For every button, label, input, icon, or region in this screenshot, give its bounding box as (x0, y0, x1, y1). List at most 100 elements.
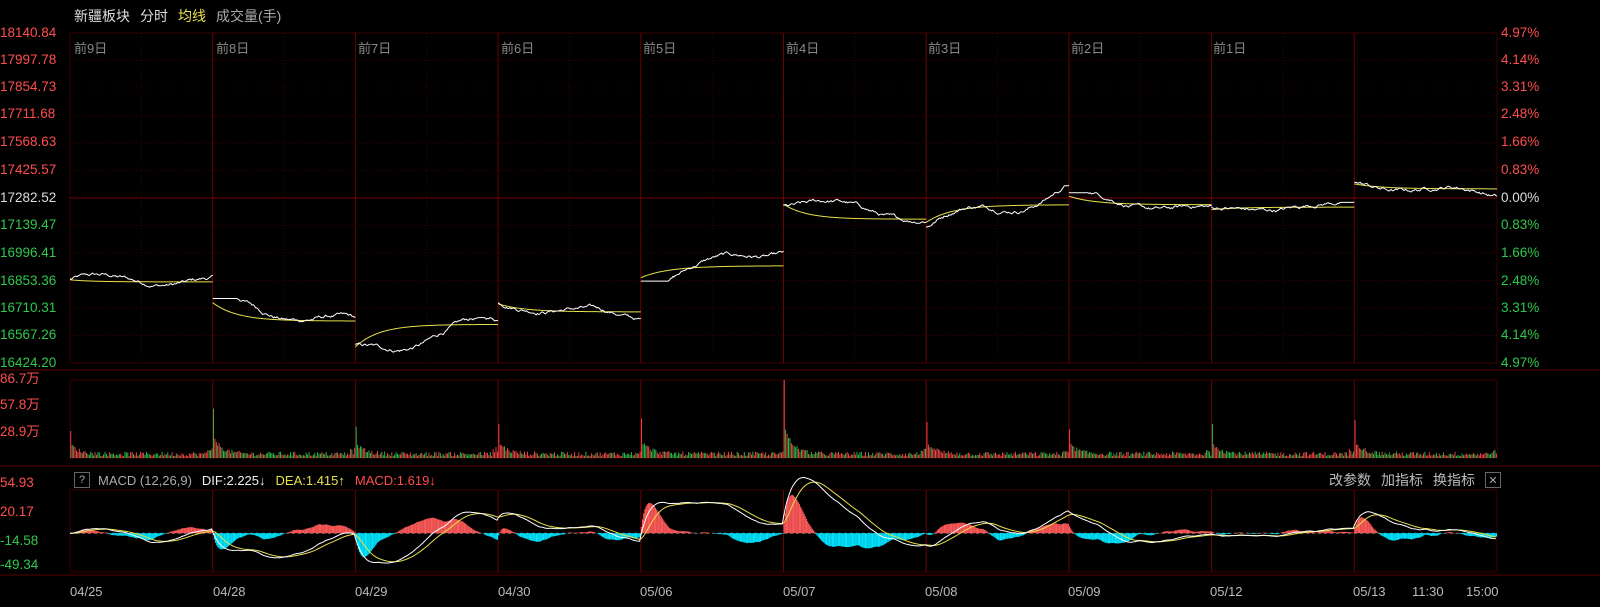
macd-histogram-bar (384, 533, 387, 538)
volume-bar (97, 452, 99, 458)
macd-histogram-bar (946, 524, 948, 534)
volume-bar (344, 452, 346, 458)
volume-bar (1229, 452, 1230, 458)
volume-bar (1280, 452, 1282, 458)
help-button[interactable]: ? (74, 472, 90, 488)
volume-bar (1341, 453, 1343, 458)
volume-bar (994, 452, 996, 458)
volume-bar (708, 455, 710, 458)
volume-bar (863, 455, 865, 458)
volume-bar (1227, 451, 1229, 458)
macd-histogram-bar (1091, 533, 1093, 540)
macd-histogram-bar (605, 533, 607, 539)
volume-bar (586, 455, 588, 458)
macd-histogram-bar (391, 533, 394, 535)
volume-bar (1104, 455, 1106, 458)
macd-histogram-bar (736, 533, 738, 541)
macd-histogram-bar (607, 533, 609, 540)
macd-histogram-bar (702, 532, 704, 534)
volume-bar (287, 454, 289, 458)
volume-bar (869, 455, 871, 458)
volume-bar (301, 455, 303, 458)
volume-bar (822, 452, 824, 458)
macd-histogram-bar (1058, 524, 1060, 534)
macd-histogram-bar (1090, 533, 1092, 540)
macd-histogram-bar (518, 533, 520, 536)
volume-bar (582, 455, 584, 458)
macd-histogram-bar (802, 511, 804, 534)
volume-bar (763, 454, 765, 458)
volume-bar (746, 455, 748, 458)
macd-histogram-bar (460, 520, 462, 534)
macd-histogram-bar (926, 533, 928, 535)
macd-histogram-bar (1471, 533, 1473, 536)
volume-bar (671, 453, 672, 458)
volume-bar (1288, 454, 1290, 458)
chart-canvas (0, 32, 1600, 576)
close-icon[interactable]: ✕ (1485, 472, 1501, 488)
volume-bar (257, 454, 259, 458)
volume-bar (678, 452, 680, 458)
macd-histogram-bar (237, 533, 239, 539)
macd-histogram-bar (1065, 523, 1067, 534)
macd-histogram-bar (1412, 533, 1414, 540)
tab-intraday[interactable]: 分时 (140, 6, 168, 26)
macd-name[interactable]: MACD (12,26,9) (98, 473, 192, 488)
volume-bar (509, 452, 511, 458)
volume-bar (662, 451, 664, 458)
volume-bar (461, 453, 463, 458)
volume-bar (1254, 451, 1256, 458)
macd-histogram-bar (1108, 533, 1111, 544)
volume-bar (1220, 450, 1222, 458)
add-indicator-button[interactable]: 加指标 (1381, 470, 1423, 490)
macd-histogram-bar (558, 533, 560, 536)
volume-bar (365, 452, 367, 458)
volume-bar (93, 455, 95, 458)
macd-histogram-bar (881, 533, 883, 546)
volume-bar (633, 455, 635, 458)
macd-histogram-bar (171, 531, 173, 534)
modify-params-button[interactable]: 改参数 (1329, 470, 1371, 490)
macd-histogram-bar (500, 530, 502, 534)
switch-indicator-button[interactable]: 换指标 (1433, 470, 1475, 490)
macd-histogram-bar (1152, 533, 1154, 536)
volume-bar (352, 454, 354, 458)
volume-bar (1223, 452, 1225, 458)
macd-histogram-bar (512, 531, 514, 534)
volume-bar (1415, 453, 1417, 458)
volume-bar (906, 455, 908, 458)
macd-histogram-bar (467, 525, 469, 534)
day-label: 前8日 (216, 41, 250, 56)
volume-bar (1112, 455, 1113, 458)
macd-histogram-bar (410, 524, 413, 534)
volume-bar (411, 455, 413, 458)
macd-histogram-bar (486, 533, 488, 536)
macd-histogram-bar (559, 533, 561, 535)
macd-histogram-bar (815, 533, 817, 534)
macd-histogram-bar (843, 533, 845, 547)
volume-bar (883, 455, 885, 458)
volume-bar (1334, 452, 1336, 458)
macd-histogram-bar (472, 529, 474, 534)
macd-histogram-bar (468, 526, 470, 534)
macd-histogram-bar (474, 530, 476, 534)
volume-bar (135, 452, 137, 458)
volume-bar (1204, 452, 1206, 458)
macd-histogram-bar (910, 533, 913, 539)
volume-bar (645, 445, 647, 458)
tab-avg-line[interactable]: 均线 (178, 6, 206, 26)
volume-bar (675, 452, 677, 458)
volume-bar (1194, 455, 1196, 458)
volume-bar (960, 455, 962, 458)
volume-bar (170, 455, 172, 458)
volume-bar (1343, 455, 1345, 458)
sector-name[interactable]: 新疆板块 (74, 6, 130, 26)
macd-histogram-bar (1285, 531, 1288, 534)
volume-bar (437, 456, 438, 458)
volume-bar (561, 451, 563, 458)
macd-histogram-bar (874, 533, 876, 547)
macd-histogram-bar (1403, 533, 1406, 539)
macd-histogram-bar (503, 528, 506, 534)
percent-tick: 0.83% (1501, 217, 1540, 232)
macd-histogram-bar (159, 533, 161, 536)
